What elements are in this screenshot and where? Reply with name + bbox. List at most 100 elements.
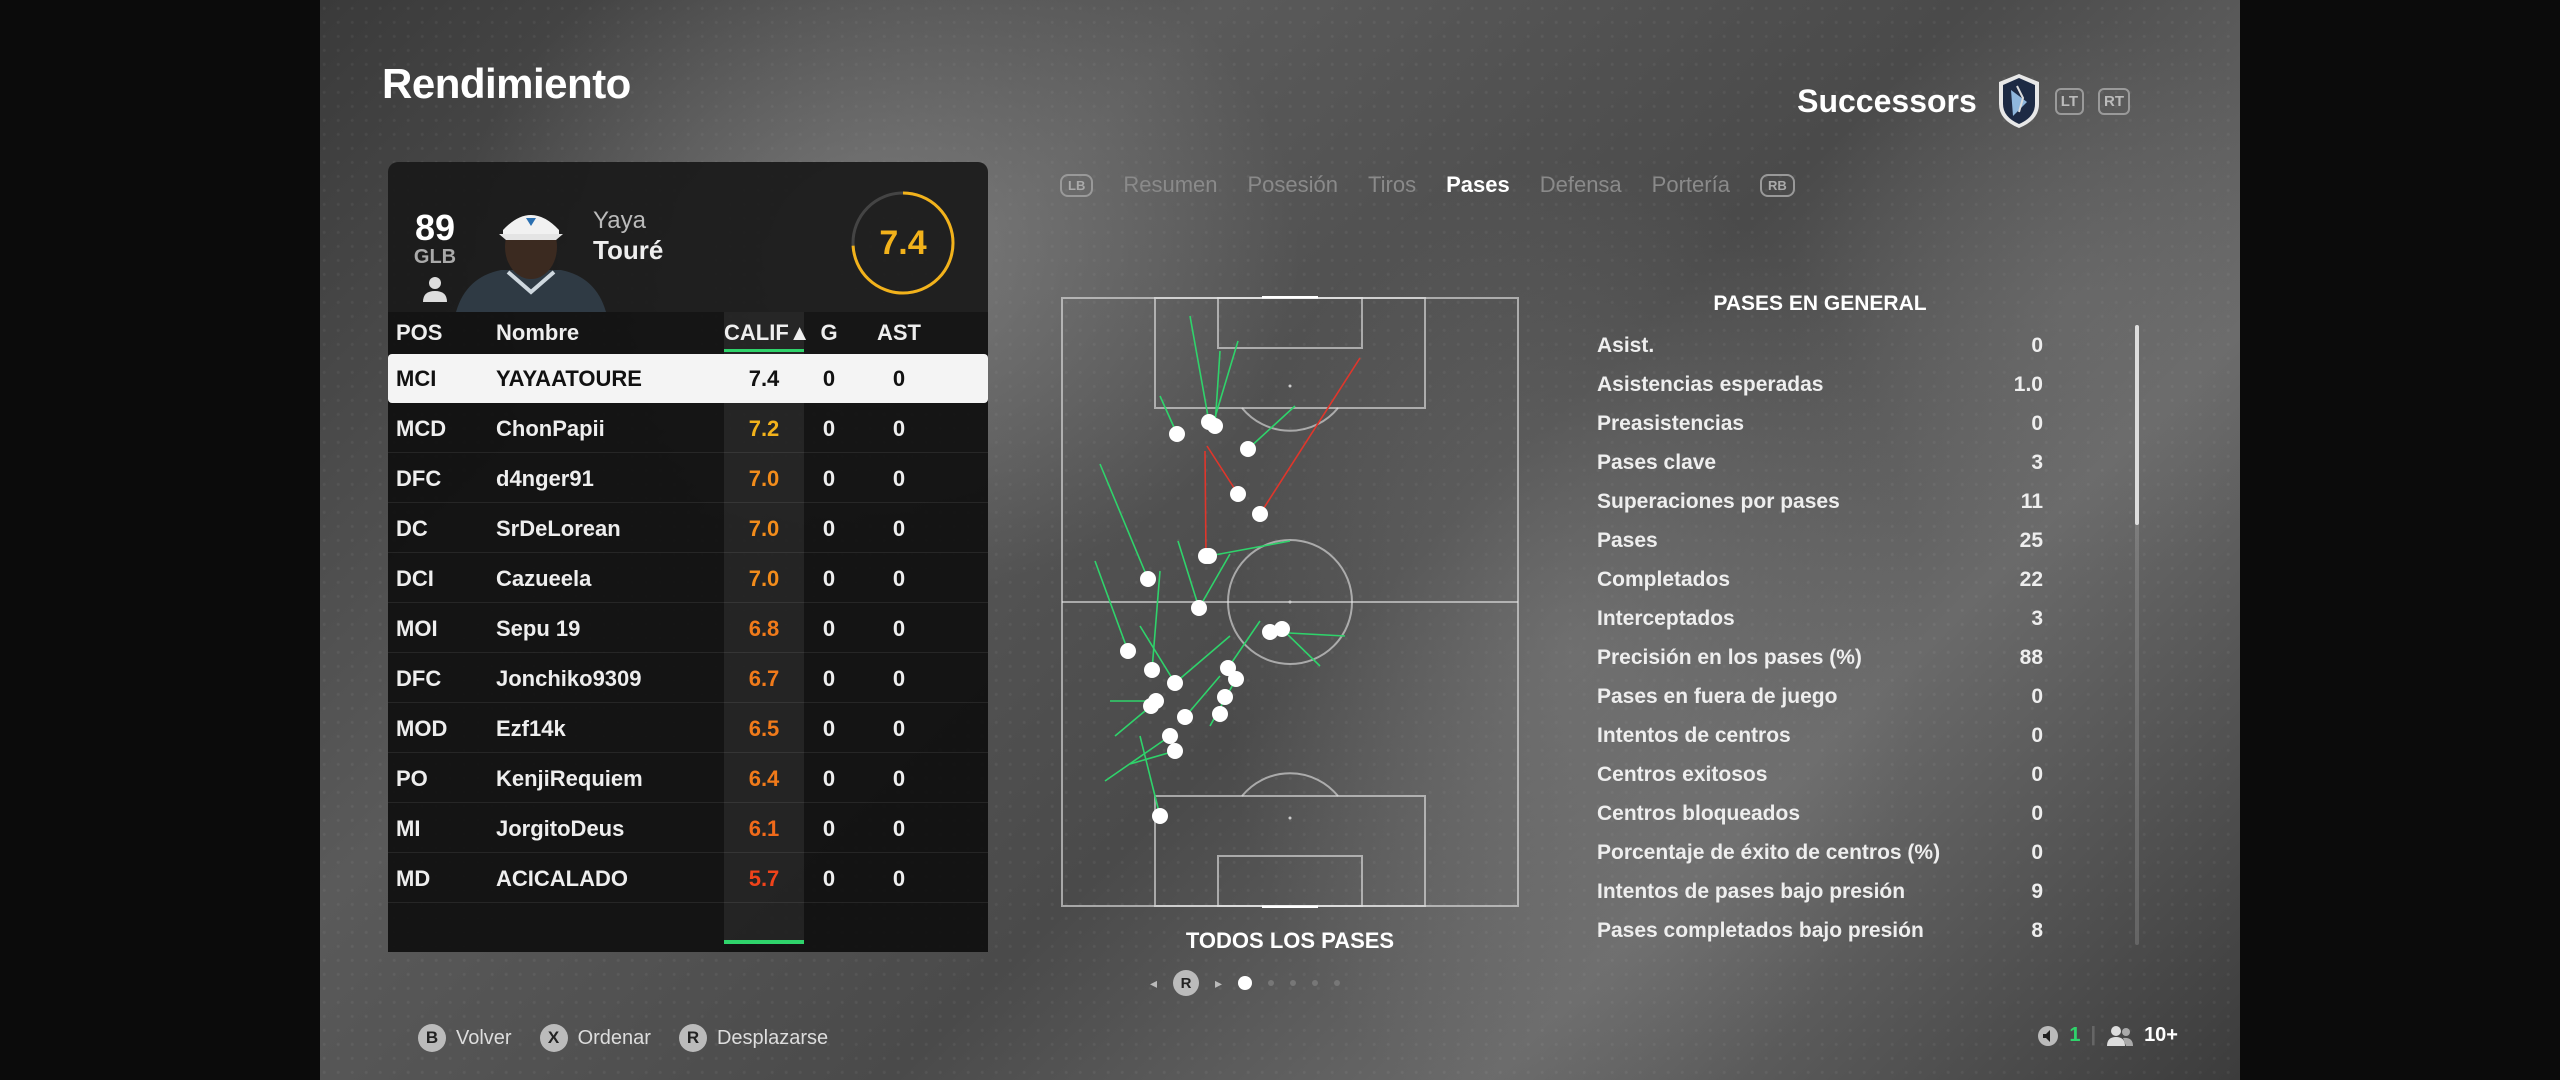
r-stick-icon: R xyxy=(678,1024,707,1052)
tab-porteria[interactable]: Portería xyxy=(1652,172,1730,198)
row-name: KenjiRequiem xyxy=(496,766,643,791)
stat-label: Asistencias esperadas xyxy=(1597,372,1824,396)
pager-r-button[interactable]: R xyxy=(1173,970,1200,996)
players-icon xyxy=(2107,1025,2134,1046)
sort-label: Ordenar xyxy=(577,1026,651,1049)
footer-divider: | xyxy=(2090,1024,2097,1046)
header-name[interactable]: Nombre xyxy=(496,320,579,346)
page-title: Rendimiento xyxy=(382,60,631,107)
pass-map-pager[interactable]: ◂ R ▸ xyxy=(1150,970,1341,996)
stat-row: Pases en fuera de juego 0 xyxy=(1597,677,2043,716)
row-assists: 0 xyxy=(892,416,906,441)
table-row[interactable]: MCD ChonPapii 7.2 0 0 xyxy=(388,404,988,453)
table-row[interactable]: MD ACICALADO 5.7 0 0 xyxy=(388,854,988,903)
header-g[interactable]: G xyxy=(804,320,854,346)
stat-value: 1.0 xyxy=(2013,372,2043,396)
stat-row: Preasistencias 0 xyxy=(1597,404,2043,443)
table-row[interactable]: DFC Jonchiko9309 6.7 0 0 xyxy=(388,654,988,703)
table-row[interactable]: MCI YAYAATOURE 7.4 0 0 xyxy=(388,354,988,403)
stat-row: Precisión en los pases (%) 88 xyxy=(1597,638,2043,677)
row-goals: 0 xyxy=(822,466,836,491)
stat-label: Completados xyxy=(1597,567,1731,591)
stat-label: Asist. xyxy=(1597,333,1655,357)
row-calif: 7.0 xyxy=(748,466,780,491)
rb-button[interactable]: RB xyxy=(1759,173,1795,197)
row-assists: 0 xyxy=(892,666,906,691)
pager-dot-active[interactable] xyxy=(1238,976,1253,990)
back-button[interactable]: B Volver xyxy=(418,1024,512,1052)
table-row[interactable]: DFC d4nger91 7.0 0 0 xyxy=(388,454,988,503)
speaker-icon xyxy=(2038,1025,2059,1046)
row-calif: 7.0 xyxy=(748,566,780,591)
row-assists: 0 xyxy=(892,366,906,391)
stat-row: Intentos de centros 0 xyxy=(1597,716,2043,755)
row-calif: 6.8 xyxy=(748,616,780,641)
calif-sort-indicator xyxy=(724,349,804,352)
lt-button[interactable]: LT xyxy=(2054,87,2084,115)
stat-value: 22 xyxy=(2019,567,2043,591)
pager-dot[interactable] xyxy=(1312,980,1319,986)
stats-title: PASES EN GENERAL xyxy=(1713,292,1927,315)
row-assists: 0 xyxy=(892,616,906,641)
header-pos[interactable]: POS xyxy=(396,320,442,346)
table-row[interactable]: DCI Cazueela 7.0 0 0 xyxy=(388,554,988,603)
scroll-button[interactable]: R Desplazarse xyxy=(678,1024,828,1052)
table-row[interactable]: PO KenjiRequiem 6.4 0 0 xyxy=(388,754,988,803)
pager-dot[interactable] xyxy=(1290,980,1297,986)
tab-resumen[interactable]: Resumen xyxy=(1123,172,1217,198)
player-last-name: Touré xyxy=(593,235,664,265)
sort-button[interactable]: X Ordenar xyxy=(539,1024,651,1052)
row-calif: 5.7 xyxy=(748,866,780,891)
tab-posesion[interactable]: Posesión xyxy=(1248,172,1339,198)
stat-value: 0 xyxy=(2031,801,2043,825)
row-assists: 0 xyxy=(892,516,906,541)
team-header: Successors LT RT xyxy=(1797,72,2130,130)
row-name: Ezf14k xyxy=(496,716,566,741)
table-row[interactable]: DC SrDeLorean 7.0 0 0 xyxy=(388,504,988,553)
row-pos: DFC xyxy=(396,666,442,691)
stat-value: 0 xyxy=(2031,411,2043,435)
pager-left-arrow-icon[interactable]: ◂ xyxy=(1150,975,1157,992)
table-row[interactable]: MOI Sepu 19 6.8 0 0 xyxy=(388,604,988,653)
table-row[interactable]: MI JorgitoDeus 6.1 0 0 xyxy=(388,804,988,853)
table-row[interactable]: MOD Ezf14k 6.5 0 0 xyxy=(388,704,988,753)
stat-row: Superaciones por pases 11 xyxy=(1597,482,2043,521)
rt-button[interactable]: RT xyxy=(2098,87,2130,115)
overall-position: GLB xyxy=(413,246,457,268)
player-portrait xyxy=(456,215,606,312)
row-goals: 0 xyxy=(822,516,836,541)
stat-row: Completados 22 xyxy=(1597,560,2043,599)
pager-dot[interactable] xyxy=(1334,980,1341,986)
stat-value: 0 xyxy=(2031,684,2043,708)
row-goals: 0 xyxy=(822,866,836,891)
pass-map-caption: TODOS LOS PASES xyxy=(1185,928,1395,953)
lb-button[interactable]: LB xyxy=(1060,173,1094,197)
player-card: 89 GLB Yaya Touré 7.4 xyxy=(388,162,988,312)
overall-value: 89 xyxy=(414,207,456,248)
stats-scrollbar-thumb[interactable] xyxy=(2135,325,2139,525)
row-pos: PO xyxy=(396,766,428,791)
row-assists: 0 xyxy=(892,716,906,741)
tab-tiros[interactable]: Tiros xyxy=(1368,172,1416,198)
pager-dot[interactable] xyxy=(1268,980,1275,986)
stat-label: Pases xyxy=(1597,528,1658,552)
header-ast[interactable]: AST xyxy=(854,320,944,346)
row-name: d4nger91 xyxy=(496,466,594,491)
stats-list: Asist. 0 Asistencias esperadas 1.0 Preasiste… xyxy=(1597,326,2043,950)
row-goals: 0 xyxy=(822,366,836,391)
row-calif: 6.1 xyxy=(748,816,780,841)
team-crest-icon xyxy=(1998,74,2039,128)
row-pos: MOD xyxy=(396,716,448,741)
tab-pases[interactable]: Pases xyxy=(1446,172,1510,198)
row-pos: DFC xyxy=(396,466,442,491)
tab-defensa[interactable]: Defensa xyxy=(1540,172,1622,198)
header-calif[interactable]: CALIF▲ xyxy=(724,320,811,346)
pager-right-arrow-icon[interactable]: ▸ xyxy=(1215,975,1222,992)
row-name: Sepu 19 xyxy=(496,616,581,641)
row-pos: MCI xyxy=(396,366,437,391)
stat-row: Asistencias esperadas 1.0 xyxy=(1597,365,2043,404)
stat-value: 3 xyxy=(2031,450,2043,474)
player-first-name: Yaya xyxy=(593,207,646,234)
stat-label: Pases clave xyxy=(1597,450,1717,474)
row-goals: 0 xyxy=(822,666,836,691)
